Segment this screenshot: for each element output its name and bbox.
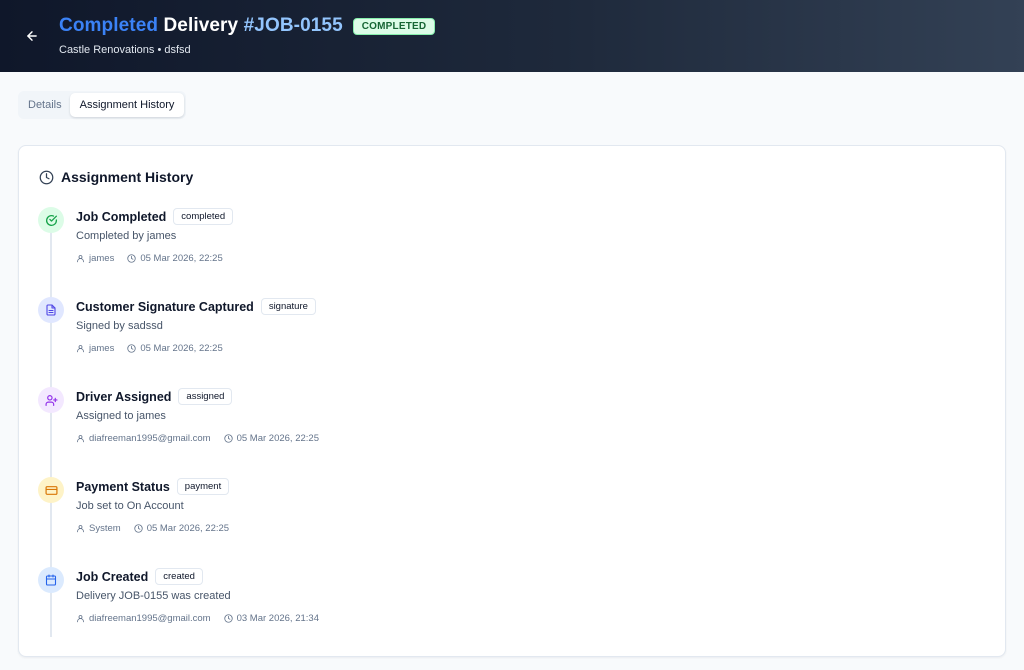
event-user: diafreeman1995@gmail.com [76, 613, 211, 624]
event-icon-circle [38, 297, 64, 323]
event-type-badge: created [155, 568, 203, 585]
event-user: james [76, 343, 114, 354]
event-time: 03 Mar 2026, 21:34 [223, 613, 319, 624]
user-icon [77, 525, 84, 533]
event-meta: System 05 Mar 2026, 22:25 [76, 523, 229, 534]
event-timestamp: 05 Mar 2026, 22:25 [140, 253, 223, 264]
event-timestamp: 05 Mar 2026, 22:25 [140, 343, 223, 354]
event-meta: diafreeman1995@gmail.com 05 Mar 2026, 22… [76, 433, 319, 444]
event-time: 05 Mar 2026, 22:25 [127, 343, 223, 354]
clock-icon [127, 254, 137, 263]
card-title: Assignment History [39, 169, 193, 185]
event-title: Payment Status [76, 479, 170, 494]
page-title: Completed Delivery #JOB-0155 [59, 15, 343, 37]
event-time: 05 Mar 2026, 22:25 [134, 523, 229, 534]
event-type-badge: signature [260, 298, 316, 315]
event-title: Customer Signature Captured [76, 299, 254, 314]
clock-icon [223, 614, 233, 623]
back-button[interactable] [20, 24, 44, 48]
event-type-badge: payment [176, 478, 230, 495]
clock-icon [134, 524, 143, 533]
title-type-word: Delivery [163, 15, 239, 36]
event-title: Job Created [76, 569, 149, 584]
timeline-event: Customer Signature Captured signature Si… [38, 297, 638, 367]
event-description: Delivery JOB-0155 was created [76, 590, 231, 602]
event-user-name: diafreeman1995@gmail.com [89, 613, 211, 624]
event-user-name: System [89, 523, 121, 534]
event-user: System [76, 523, 121, 534]
event-icon-circle [38, 207, 64, 233]
user-icon [77, 615, 84, 623]
event-meta: james 05 Mar 2026, 22:25 [76, 253, 223, 264]
user-icon [77, 345, 84, 353]
event-user: diafreeman1995@gmail.com [76, 433, 211, 444]
event-title: Job Completed [76, 209, 167, 224]
title-status-word: Completed [59, 15, 159, 36]
event-timestamp: 05 Mar 2026, 22:25 [146, 523, 230, 534]
user-icon [77, 255, 84, 263]
timeline-event: Job Completed completed Completed by jam… [38, 207, 638, 277]
clock-icon [39, 170, 54, 184]
arrow-left-icon [27, 31, 37, 41]
event-timestamp: 05 Mar 2026, 22:25 [236, 433, 319, 444]
page-subtitle: Castle Renovations • dsfsd [59, 44, 191, 56]
user-icon [77, 435, 84, 443]
tab-bar: Details Assignment History [18, 91, 187, 119]
event-user-name: james [89, 253, 115, 264]
clock-icon [127, 344, 137, 353]
event-description: Signed by sadssd [76, 320, 163, 332]
event-icon-circle [38, 387, 64, 413]
tab-assignment-history[interactable]: Assignment History [69, 93, 185, 117]
timeline-event: Job Created created Delivery JOB-0155 wa… [38, 567, 638, 637]
document-icon [46, 304, 56, 316]
timeline-event: Driver Assigned assigned Assigned to jam… [38, 387, 638, 457]
calendar-icon [45, 574, 57, 586]
event-user-name: diafreeman1995@gmail.com [89, 433, 211, 444]
page-header: Completed Delivery #JOB-0155 COMPLETED C… [0, 0, 1024, 72]
title-job-number: #JOB-0155 [243, 15, 343, 36]
event-type-badge: assigned [178, 388, 233, 405]
event-time: 05 Mar 2026, 22:25 [223, 433, 319, 444]
status-badge: COMPLETED [352, 17, 436, 35]
event-description: Completed by james [76, 230, 177, 242]
event-icon-circle [38, 567, 64, 593]
event-timestamp: 03 Mar 2026, 21:34 [236, 613, 319, 624]
event-type-badge: completed [173, 208, 234, 225]
event-meta: james 05 Mar 2026, 22:25 [76, 343, 223, 354]
clock-icon [223, 434, 233, 443]
event-icon-circle [38, 477, 64, 503]
event-meta: diafreeman1995@gmail.com 03 Mar 2026, 21… [76, 613, 319, 624]
check-circle-icon [45, 214, 57, 226]
tab-details[interactable]: Details [20, 93, 70, 117]
credit-card-icon [44, 485, 58, 495]
card-title-text: Assignment History [61, 169, 194, 185]
event-user-name: james [89, 343, 115, 354]
event-description: Job set to On Account [76, 500, 184, 512]
event-description: Assigned to james [76, 410, 166, 422]
event-title: Driver Assigned [76, 389, 172, 404]
user-plus-icon [44, 394, 58, 406]
timeline-event: Payment Status payment Job set to On Acc… [38, 477, 638, 547]
page-title-row: Completed Delivery #JOB-0155 COMPLETED [59, 15, 436, 37]
event-time: 05 Mar 2026, 22:25 [127, 253, 223, 264]
event-user: james [76, 253, 114, 264]
